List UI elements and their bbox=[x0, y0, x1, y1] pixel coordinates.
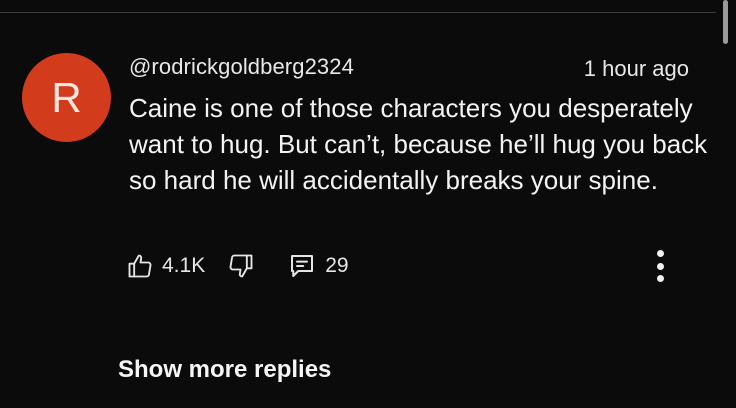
thumbs-down-icon bbox=[227, 252, 255, 280]
scrollbar[interactable] bbox=[723, 0, 728, 44]
more-vertical-icon-dot bbox=[656, 275, 664, 282]
avatar-letter: R bbox=[51, 73, 82, 121]
comment-screen: R @rodrickgoldberg2324 1 hour ago Caine … bbox=[0, 0, 736, 408]
show-more-replies-button[interactable]: Show more replies bbox=[118, 356, 331, 384]
like-count: 4.1K bbox=[162, 254, 206, 277]
like-button[interactable]: 4.1K bbox=[126, 252, 205, 280]
divider bbox=[0, 12, 716, 13]
more-options-button[interactable] bbox=[648, 246, 672, 286]
more-vertical-icon bbox=[656, 250, 664, 257]
avatar[interactable]: R bbox=[22, 53, 111, 142]
comment-icon bbox=[287, 251, 317, 281]
dislike-button[interactable] bbox=[227, 252, 255, 280]
more-vertical-icon-dot bbox=[656, 262, 664, 270]
reply-count: 29 bbox=[325, 254, 349, 277]
comment-author[interactable]: @rodrickgoldberg2324 bbox=[129, 54, 354, 80]
comment-actions: 4.1K 29 bbox=[126, 250, 349, 282]
comment-text: Caine is one of those characters you des… bbox=[129, 93, 708, 195]
thumbs-up-icon bbox=[126, 252, 154, 280]
comment-timestamp: 1 hour ago bbox=[583, 56, 689, 81]
reply-button[interactable]: 29 bbox=[287, 251, 349, 281]
